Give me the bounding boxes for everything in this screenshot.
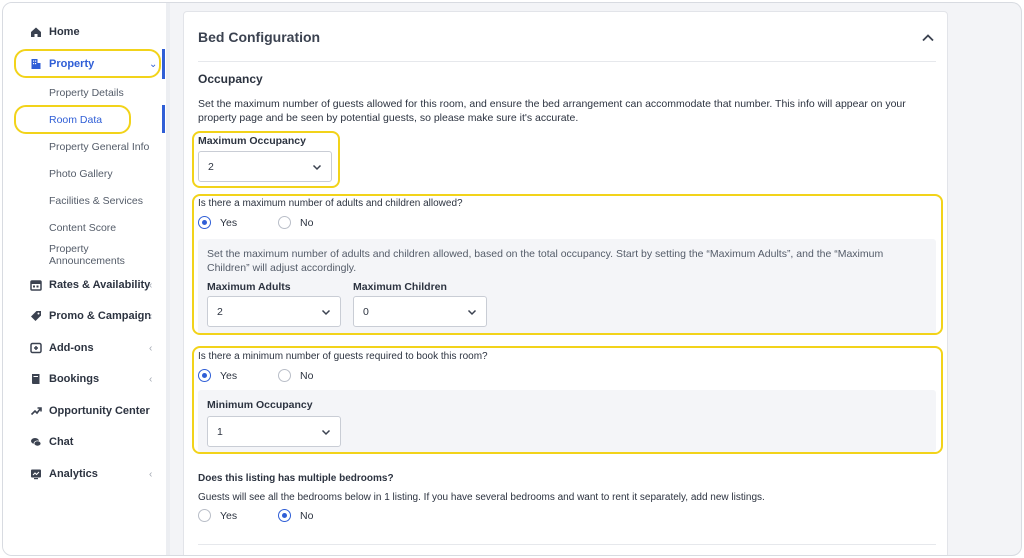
radio-unselected [198, 509, 211, 522]
bed-configuration-card: Bed Configuration Occupancy Set the maxi… [183, 11, 948, 555]
highlight-ring [14, 49, 161, 78]
sidebar-item-rates[interactable]: Rates & Availability ‹ [29, 275, 153, 295]
bedrooms-no-radio[interactable]: No [278, 509, 313, 522]
book-icon [29, 372, 43, 386]
chevron-left-icon: ‹ [149, 342, 153, 354]
sidebar-item-label: Opportunity Center [49, 405, 150, 417]
sidebar-item-promo[interactable]: Promo & Campaign ‹ [29, 306, 153, 326]
divider [198, 61, 936, 62]
sidebar-item-addons[interactable]: Add-ons ‹ [29, 338, 152, 358]
occupancy-heading: Occupancy [198, 72, 263, 86]
chevron-left-icon: ‹ [149, 468, 153, 480]
bedrooms-description: Guests will see all the bedrooms below i… [198, 492, 765, 503]
sidebar-item-home[interactable]: Home [29, 22, 80, 42]
home-icon [29, 25, 43, 39]
radio-label: No [300, 509, 314, 522]
highlight-ring [192, 131, 340, 188]
sidebar-subitem-property-announcements[interactable]: Property Announcements [49, 243, 125, 267]
sidebar-item-label: Chat [49, 436, 74, 448]
chat-icon [29, 435, 43, 449]
sidebar-scrollbar[interactable] [166, 3, 170, 555]
sidebar-item-bookings[interactable]: Bookings ‹ [29, 369, 152, 389]
divider [198, 544, 936, 545]
active-indicator [162, 105, 165, 133]
sidebar-item-label: Home [49, 26, 80, 38]
sidebar-item-chat[interactable]: Chat [29, 432, 73, 452]
sidebar-subitem-facilities[interactable]: Facilities & Services [49, 195, 143, 207]
sidebar-item-label: Bookings [49, 373, 100, 385]
sidebar-item-analytics[interactable]: Analytics ‹ [29, 464, 152, 484]
chevron-left-icon: ‹ [149, 310, 153, 322]
highlight-ring [192, 346, 943, 454]
highlight-ring [192, 194, 943, 335]
addon-box-icon [29, 341, 43, 355]
sidebar-item-label: Rates & Availability [49, 279, 151, 291]
sidebar: Home Property ⌄ Property Details Room Da… [3, 3, 168, 555]
occupancy-description: Set the maximum number of guests allowed… [198, 98, 906, 124]
radio-label: Yes [220, 509, 238, 522]
active-indicator [162, 49, 165, 79]
tag-icon [29, 309, 43, 323]
sidebar-subitem-property-general-info[interactable]: Property General Info [49, 141, 149, 153]
chevron-left-icon: ‹ [149, 373, 153, 385]
sidebar-item-label: Add-ons [49, 342, 94, 354]
sidebar-item-opportunity[interactable]: Opportunity Center [29, 401, 150, 421]
calendar-icon [29, 278, 43, 292]
highlight-ring [14, 105, 131, 134]
chevron-up-icon[interactable] [920, 30, 936, 46]
sidebar-subitem-property-details[interactable]: Property Details [49, 87, 124, 99]
sidebar-subitem-content-score[interactable]: Content Score [49, 222, 116, 234]
radio-selected [278, 509, 291, 522]
chevron-left-icon: ‹ [149, 279, 153, 291]
sidebar-subitem-photo-gallery[interactable]: Photo Gallery [49, 168, 113, 180]
sidebar-item-label: Announcements [49, 255, 125, 267]
sidebar-item-label: Property [49, 243, 89, 255]
sidebar-item-label: Analytics [49, 468, 98, 480]
app-window: Home Property ⌄ Property Details Room Da… [2, 2, 1022, 556]
card-title: Bed Configuration [198, 29, 321, 45]
bedrooms-question: Does this listing has multiple bedrooms? [198, 473, 394, 484]
trend-up-icon [29, 404, 43, 418]
analytics-icon [29, 467, 43, 481]
sidebar-item-label: Promo & Campaign [49, 310, 152, 322]
bedrooms-yes-radio[interactable]: Yes [198, 509, 237, 522]
